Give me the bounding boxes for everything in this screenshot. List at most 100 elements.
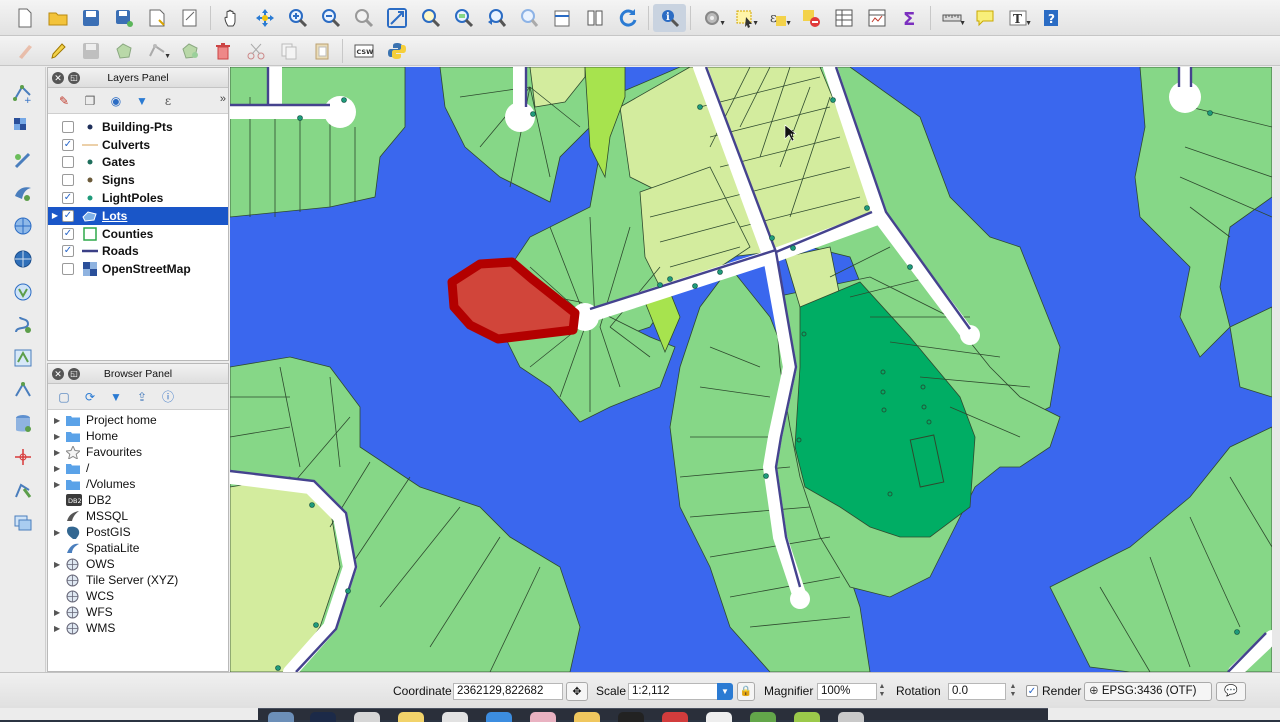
action-tool-button[interactable]: ▼ [695,4,728,32]
expand-arrow-icon[interactable]: ▶ [48,480,66,489]
dock-app-icon[interactable] [750,712,776,722]
layout-manager-button[interactable] [173,4,206,32]
browser-item-volumes[interactable]: ▶ /Volumes [48,476,228,492]
save-project-button[interactable] [74,4,107,32]
map-canvas[interactable]: i [230,67,1272,672]
zoom-full-button[interactable] [380,4,413,32]
coordinate-field[interactable]: 2362129,822682 [453,683,563,700]
new-vector-layer-button[interactable]: + [6,77,40,110]
add-wcs-layer-button[interactable] [6,242,40,275]
expand-arrow-icon[interactable]: ▶ [48,608,66,617]
browser-item-tile-server-xyz[interactable]: Tile Server (XYZ) [48,572,228,588]
current-edits-button[interactable] [8,37,41,65]
expand-arrow-icon[interactable]: ▶ [48,448,66,457]
toggle-editing-button[interactable] [41,37,74,65]
paste-features-button[interactable] [305,37,338,65]
dock-app-icon[interactable] [398,712,424,722]
new-shapefile-layer-button[interactable] [6,374,40,407]
magnifier-field[interactable]: 100% [817,683,877,700]
filter-icon[interactable]: ▼ [106,388,126,406]
add-db2-layer-button[interactable] [6,506,40,539]
lock-scale-button[interactable]: 🔒 [737,682,755,701]
zoom-to-layer-button[interactable] [446,4,479,32]
layer-row-openstreetmap[interactable]: OpenStreetMap [48,260,228,278]
layer-row-signs[interactable]: Signs [48,171,228,189]
measure-line-button[interactable]: ▼ [935,4,968,32]
zoom-native-button[interactable] [347,4,380,32]
zoom-last-button[interactable] [479,4,512,32]
dock-app-icon[interactable] [268,712,294,722]
pan-to-selection-button[interactable] [248,4,281,32]
float-panel-icon[interactable]: ◱ [68,368,80,380]
messages-button[interactable]: 💬 [1216,682,1246,701]
expand-arrow-icon[interactable]: ▶ [48,528,66,537]
close-icon[interactable]: ✕ [52,368,64,380]
layer-row-counties[interactable]: ✓ Counties [48,225,228,243]
refresh-button[interactable] [611,4,644,32]
browser-item-[interactable]: ▶ / [48,460,228,476]
dock-app-icon[interactable] [838,712,864,722]
close-icon[interactable]: ✕ [52,72,64,84]
expand-arrow-icon[interactable]: ▶ [48,211,62,220]
magnifier-spinner[interactable]: ▲ ▼ [877,683,887,700]
add-virtual-layer-button[interactable] [6,341,40,374]
add-spatialite-layer-button[interactable] [6,176,40,209]
crs-button[interactable]: ⊕ EPSG:3436 (OTF) [1084,682,1212,701]
layer-row-lightpoles[interactable]: ✓ LightPoles [48,189,228,207]
deselect-features-button[interactable] [794,4,827,32]
copy-features-button[interactable] [272,37,305,65]
style-brush-icon[interactable]: ✎ [54,92,74,110]
float-panel-icon[interactable]: ◱ [68,72,80,84]
cut-features-button[interactable] [239,37,272,65]
dock-app-icon[interactable] [706,712,732,722]
save-as-button[interactable] [107,4,140,32]
add-oracle-layer-button[interactable] [6,473,40,506]
layer-visibility-checkbox[interactable]: ✓ [62,209,74,222]
browser-item-spatialite[interactable]: SpatiaLite [48,540,228,556]
open-attribute-table-button[interactable] [827,4,860,32]
layer-visibility-checkbox[interactable]: ✓ [62,192,74,205]
expand-arrow-icon[interactable]: ▶ [48,416,66,425]
layer-visibility-checkbox[interactable]: ✓ [62,138,74,151]
manage-visibility-icon[interactable]: ◉ [106,92,126,110]
delete-selected-button[interactable] [206,37,239,65]
vertex-tool-button[interactable]: ▼ [140,37,173,65]
help-button[interactable]: ? [1034,4,1067,32]
select-features-button[interactable]: ▼ [728,4,761,32]
identify-features-button[interactable]: i [653,3,686,32]
add-raster-layer-button[interactable] [6,110,40,143]
browser-item-wfs[interactable]: ▶ WFS [48,604,228,620]
filter-legend-icon[interactable]: ▼ [132,92,152,110]
new-print-layout-button[interactable] [140,4,173,32]
info-icon[interactable]: ⓘ [158,388,178,406]
browser-item-project-home[interactable]: ▶ Project home [48,412,228,428]
statistical-summary-button[interactable]: Σ [893,4,926,32]
layer-row-building-pts[interactable]: Building-Pts [48,118,228,136]
layer-visibility-checkbox[interactable] [62,263,74,276]
zoom-next-button[interactable] [512,4,545,32]
new-map-view-button[interactable] [545,4,578,32]
zoom-out-button[interactable] [314,4,347,32]
refresh-icon[interactable]: ⟳ [80,388,100,406]
modify-attributes-button[interactable] [173,37,206,65]
rotation-field[interactable]: 0.0 [948,683,1006,700]
zoom-to-selection-button[interactable] [413,4,446,32]
filter-expression-icon[interactable]: ε [158,92,178,110]
select-by-expression-button[interactable]: ε ▼ [761,4,794,32]
metasearch-csw-button[interactable]: CSW [347,37,380,65]
dock-app-icon[interactable] [442,712,468,722]
layer-visibility-checkbox[interactable]: ✓ [62,245,74,258]
rotation-spinner[interactable]: ▲ ▼ [1008,683,1018,700]
temporal-controller-button[interactable] [578,4,611,32]
text-annotation-button[interactable]: T ▼ [1001,4,1034,32]
save-layer-edits-button[interactable] [74,37,107,65]
add-feature-button[interactable] [107,37,140,65]
zoom-in-button[interactable] [281,4,314,32]
browser-item-home[interactable]: ▶ Home [48,428,228,444]
python-console-button[interactable] [380,37,413,65]
browser-item-wcs[interactable]: WCS [48,588,228,604]
add-delimited-text-button[interactable] [6,143,40,176]
add-wms-layer-button[interactable] [6,209,40,242]
expand-arrow-icon[interactable]: ▶ [48,624,66,633]
layer-row-gates[interactable]: Gates [48,154,228,172]
